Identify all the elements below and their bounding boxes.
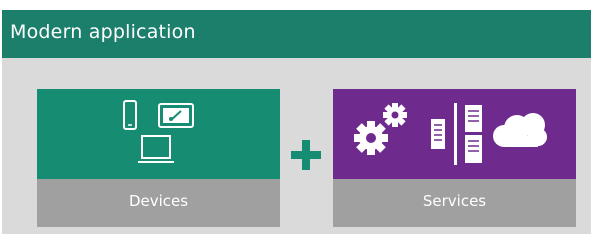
services-label-bar: Services	[333, 179, 576, 227]
diagram-frame: Modern application Devices Services	[2, 10, 591, 234]
tablet-icon	[158, 103, 194, 128]
services-divider	[454, 103, 457, 165]
services-label: Services	[422, 192, 487, 210]
services-icon-area	[333, 89, 576, 179]
services-tile: Services	[333, 89, 576, 227]
gears-icon	[354, 103, 407, 155]
devices-icon-area	[37, 89, 280, 179]
phone-icon	[123, 100, 137, 130]
plus-icon	[291, 140, 321, 170]
diagram-title: Modern application	[10, 21, 196, 43]
laptop-icon	[138, 135, 174, 163]
devices-label-bar: Devices	[37, 179, 280, 227]
server-icon	[431, 119, 445, 149]
devices-label: Devices	[128, 192, 189, 210]
cloud-icon	[493, 113, 547, 147]
server-icon	[465, 105, 482, 163]
devices-tile: Devices	[37, 89, 280, 227]
header-bar: Modern application	[2, 10, 591, 58]
